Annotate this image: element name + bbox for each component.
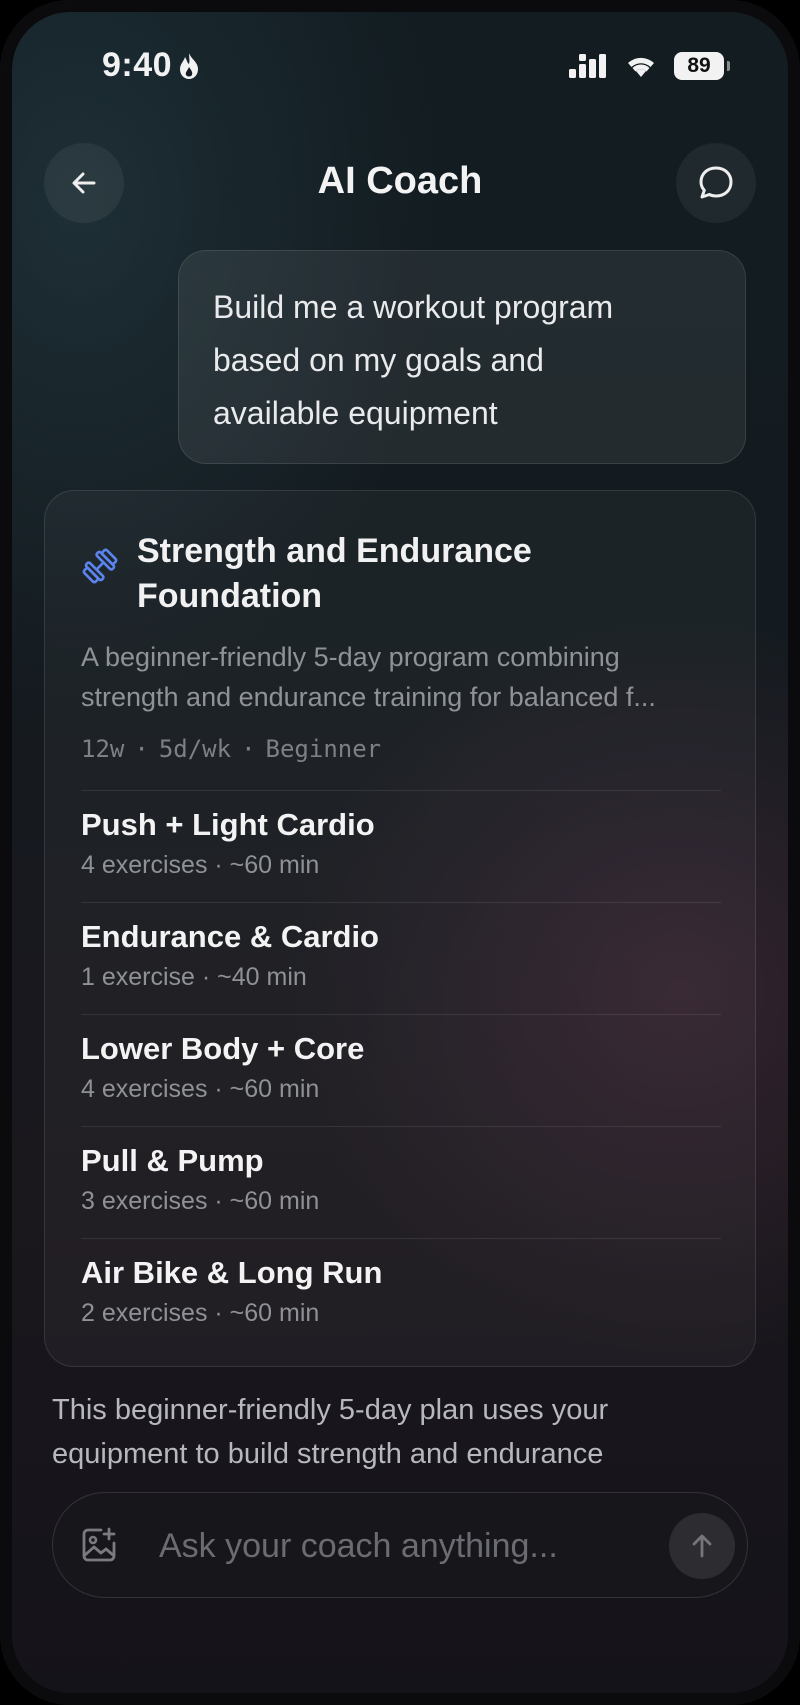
workout-list: Push + Light Cardio 4 exercises · ~60 mi… bbox=[81, 790, 721, 1350]
workout-detail: 4 exercises · ~60 min bbox=[81, 1075, 320, 1103]
workout-name: Lower Body + Core bbox=[81, 1031, 365, 1066]
message-composer bbox=[52, 1363, 748, 1598]
program-description-line: strength and endurance training for bala… bbox=[81, 682, 656, 712]
flame-icon bbox=[180, 52, 199, 79]
program-title-line: Strength and Endurance bbox=[137, 532, 532, 570]
workout-row[interactable]: Endurance & Cardio 1 exercise · ~40 min bbox=[81, 902, 721, 1014]
message-input[interactable] bbox=[157, 1519, 601, 1573]
program-title-line: Foundation bbox=[137, 577, 323, 615]
assistant-message-line: equipment to build strength and enduranc… bbox=[52, 1438, 604, 1470]
status-time: 9:40 bbox=[102, 46, 200, 85]
user-message-line: Build me a workout program bbox=[213, 289, 614, 325]
assistant-message: This beginner-friendly 5-day plan uses y… bbox=[52, 1388, 752, 1476]
workout-detail: 4 exercises · ~60 min bbox=[81, 851, 320, 879]
workout-name: Push + Light Cardio bbox=[81, 807, 375, 842]
workout-name: Air Bike & Long Run bbox=[81, 1255, 383, 1290]
workout-detail: 1 exercise · ~40 min bbox=[81, 963, 307, 991]
workout-row[interactable]: Pull & Pump 3 exercises · ~60 min bbox=[81, 1126, 721, 1238]
user-message-line: available equipment bbox=[213, 395, 498, 431]
user-message-bubble: Build me a workout program based on my g… bbox=[178, 250, 746, 464]
workout-row[interactable]: Air Bike & Long Run 2 exercises · ~60 mi… bbox=[81, 1238, 721, 1350]
workout-name: Endurance & Cardio bbox=[81, 919, 379, 954]
status-indicators: 89 bbox=[568, 52, 730, 80]
image-add-icon[interactable] bbox=[79, 1525, 119, 1565]
status-time-text: 9:40 bbox=[102, 46, 173, 84]
chat-history-button[interactable] bbox=[676, 143, 756, 223]
meta-separator: · bbox=[134, 735, 149, 763]
arrow-up-icon bbox=[692, 1534, 712, 1558]
program-title: Strength and Endurance Foundation bbox=[137, 529, 697, 619]
send-button[interactable] bbox=[669, 1513, 735, 1579]
wifi-icon bbox=[628, 57, 654, 77]
program-description: A beginner-friendly 5-day program combin… bbox=[81, 637, 731, 717]
program-meta: 12w · 5d/wk · Beginner bbox=[81, 735, 381, 763]
chat-bubble-icon bbox=[699, 166, 733, 199]
meta-separator: · bbox=[241, 735, 256, 763]
assistant-message-line: This beginner-friendly 5-day plan uses y… bbox=[52, 1394, 609, 1426]
user-message-line: based on my goals and bbox=[213, 342, 544, 378]
program-duration: 12w bbox=[81, 735, 125, 763]
workout-row[interactable]: Push + Light Cardio 4 exercises · ~60 mi… bbox=[81, 790, 721, 902]
cellular-signal-icon bbox=[569, 54, 606, 78]
workout-row[interactable]: Lower Body + Core 4 exercises · ~60 min bbox=[81, 1014, 721, 1126]
battery-level: 89 bbox=[687, 54, 711, 77]
battery-indicator: 89 bbox=[674, 52, 730, 80]
program-description-line: A beginner-friendly 5-day program combin… bbox=[81, 642, 620, 672]
dumbbell-icon bbox=[82, 548, 118, 584]
program-frequency: 5d/wk bbox=[158, 735, 232, 763]
workout-detail: 2 exercises · ~60 min bbox=[81, 1299, 320, 1327]
workout-name: Pull & Pump bbox=[81, 1143, 264, 1178]
workout-detail: 3 exercises · ~60 min bbox=[81, 1187, 320, 1215]
phone-screen: 9:40 89 AI Coach Build me a workout prog… bbox=[0, 0, 800, 1705]
program-card[interactable]: Strength and Endurance Foundation A begi… bbox=[44, 490, 756, 1367]
program-level: Beginner bbox=[265, 735, 382, 763]
